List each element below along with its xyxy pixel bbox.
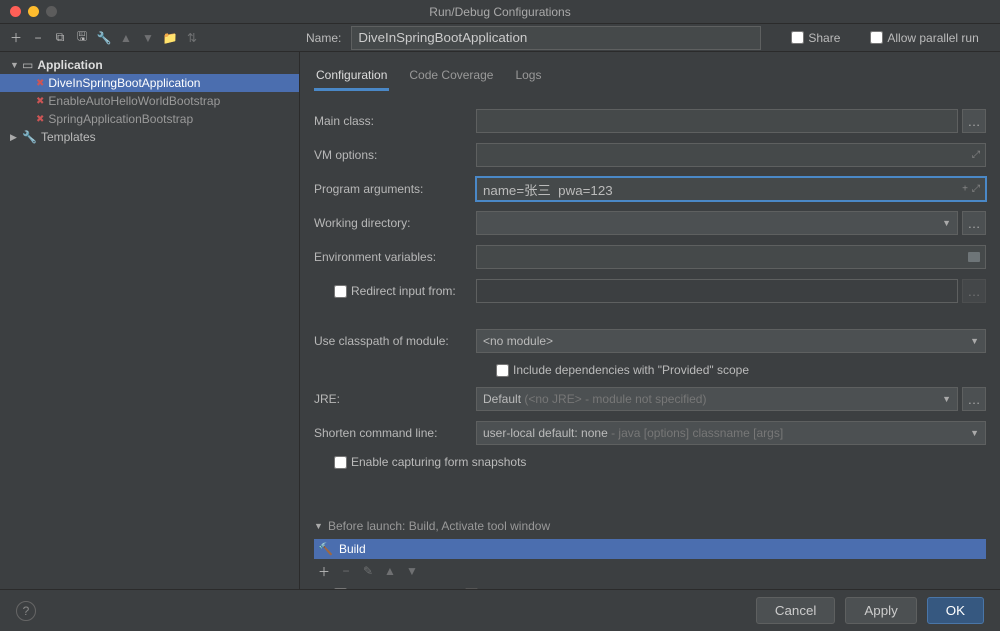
window-title: Run/Debug Configurations	[429, 5, 570, 19]
shorten-label: Shorten command line:	[314, 426, 476, 440]
before-launch-item-build[interactable]: 🔨 Build	[314, 539, 986, 559]
tree-item-springapp[interactable]: ✖ SpringApplicationBootstrap	[0, 110, 299, 128]
footer: ? Cancel Apply OK	[0, 589, 1000, 631]
apply-button[interactable]: Apply	[845, 597, 916, 624]
program-args-input[interactable]	[476, 177, 986, 201]
chevron-down-icon: ▼	[942, 394, 951, 404]
wrench-icon: 🔧	[22, 130, 37, 144]
sort-icon[interactable]: ⇅	[184, 30, 200, 46]
hammer-icon: 🔨	[318, 542, 333, 556]
before-launch-toolbar: ＋ − ✎ ▲ ▼	[314, 559, 986, 583]
program-args-label: Program arguments:	[314, 182, 476, 196]
vm-options-label: VM options:	[314, 148, 476, 162]
before-launch-list: 🔨 Build	[314, 539, 986, 559]
cancel-button[interactable]: Cancel	[756, 597, 836, 624]
save-icon[interactable]: 🖫	[74, 30, 90, 46]
minimize-window-icon[interactable]	[28, 6, 39, 17]
name-label: Name:	[306, 31, 341, 45]
share-checkbox[interactable]: Share	[791, 31, 840, 45]
toolbar: ＋ − ⧉ 🖫 🔧 ▲ ▼ 📁 ⇅ Name: Share Allow para…	[0, 24, 1000, 52]
chevron-down-icon: ▼	[942, 218, 951, 228]
down-icon[interactable]: ▼	[140, 30, 156, 46]
help-button[interactable]: ?	[16, 601, 36, 621]
down-icon[interactable]: ▼	[404, 563, 420, 579]
jre-label: JRE:	[314, 392, 476, 406]
folder-icon[interactable]	[968, 252, 980, 262]
shorten-select[interactable]: user-local default: none - java [options…	[476, 421, 986, 445]
wrench-icon[interactable]: 🔧	[96, 30, 112, 46]
vm-options-input[interactable]	[476, 143, 986, 167]
run-config-icon: ✖	[36, 78, 44, 89]
up-icon[interactable]: ▲	[118, 30, 134, 46]
tree-item-divein[interactable]: ✖ DiveInSpringBootApplication	[0, 74, 299, 92]
redirect-checkbox[interactable]: Redirect input from:	[334, 284, 476, 298]
application-node-icon: ▭	[22, 58, 33, 72]
include-deps-checkbox[interactable]: Include dependencies with "Provided" sco…	[496, 363, 749, 377]
env-vars-label: Environment variables:	[314, 250, 476, 264]
tab-logs[interactable]: Logs	[513, 62, 543, 91]
chevron-down-icon: ▼	[10, 60, 18, 70]
tab-coverage[interactable]: Code Coverage	[407, 62, 495, 91]
chevron-down-icon: ▼	[314, 521, 322, 531]
browse-button: …	[962, 279, 986, 303]
plus-icon[interactable]: +	[962, 184, 968, 195]
chevron-right-icon: ▶	[10, 132, 18, 143]
browse-button[interactable]: …	[962, 387, 986, 411]
run-config-icon: ✖	[36, 96, 44, 107]
config-toolbar: ＋ − ⧉ 🖫 🔧 ▲ ▼ 📁 ⇅	[8, 30, 298, 46]
remove-icon[interactable]: −	[338, 563, 354, 579]
maximize-window-icon	[46, 6, 57, 17]
folder-icon[interactable]: 📁	[162, 30, 178, 46]
tree-item-enableauto[interactable]: ✖ EnableAutoHelloWorldBootstrap	[0, 92, 299, 110]
remove-icon[interactable]: −	[30, 30, 46, 46]
snapshots-checkbox[interactable]: Enable capturing form snapshots	[334, 455, 526, 469]
browse-button[interactable]: …	[962, 211, 986, 235]
name-input[interactable]	[351, 26, 761, 50]
classpath-select[interactable]: <no module>▼	[476, 329, 986, 353]
classpath-label: Use classpath of module:	[314, 334, 476, 348]
jre-select[interactable]: Default (<no JRE> - module not specified…	[476, 387, 958, 411]
main-class-label: Main class:	[314, 114, 476, 128]
working-dir-label: Working directory:	[314, 216, 476, 230]
redirect-input	[476, 279, 958, 303]
title-bar: Run/Debug Configurations	[0, 0, 1000, 24]
config-form: Main class: … VM options: ⤢ Program argu…	[314, 109, 986, 589]
browse-button[interactable]: …	[962, 109, 986, 133]
before-launch-header[interactable]: ▼ Before launch: Build, Activate tool wi…	[314, 519, 986, 533]
tabs: Configuration Code Coverage Logs	[314, 62, 986, 91]
run-config-icon: ✖	[36, 114, 44, 125]
chevron-down-icon: ▼	[970, 336, 979, 346]
env-vars-input[interactable]	[476, 245, 986, 269]
close-window-icon[interactable]	[10, 6, 21, 17]
tab-configuration[interactable]: Configuration	[314, 62, 389, 91]
content-panel: Configuration Code Coverage Logs Main cl…	[300, 52, 1000, 589]
working-dir-select[interactable]: ▼	[476, 211, 958, 235]
chevron-down-icon: ▼	[970, 428, 979, 438]
ok-button[interactable]: OK	[927, 597, 984, 624]
name-row: Name: Share Allow parallel run	[306, 26, 992, 50]
expand-icon[interactable]: ⤢	[972, 184, 980, 195]
tree-templates[interactable]: ▶ 🔧 Templates	[0, 128, 299, 146]
up-icon[interactable]: ▲	[382, 563, 398, 579]
copy-icon[interactable]: ⧉	[52, 30, 68, 46]
main-class-input[interactable]	[476, 109, 958, 133]
tree-application[interactable]: ▼ ▭ Application	[0, 56, 299, 74]
config-tree[interactable]: ▼ ▭ Application ✖ DiveInSpringBootApplic…	[0, 52, 300, 589]
edit-icon[interactable]: ✎	[360, 563, 376, 579]
parallel-checkbox[interactable]: Allow parallel run	[870, 31, 978, 45]
expand-icon[interactable]: ⤢	[972, 150, 980, 161]
add-icon[interactable]: ＋	[8, 30, 24, 46]
window-controls	[0, 6, 57, 17]
add-icon[interactable]: ＋	[316, 563, 332, 579]
